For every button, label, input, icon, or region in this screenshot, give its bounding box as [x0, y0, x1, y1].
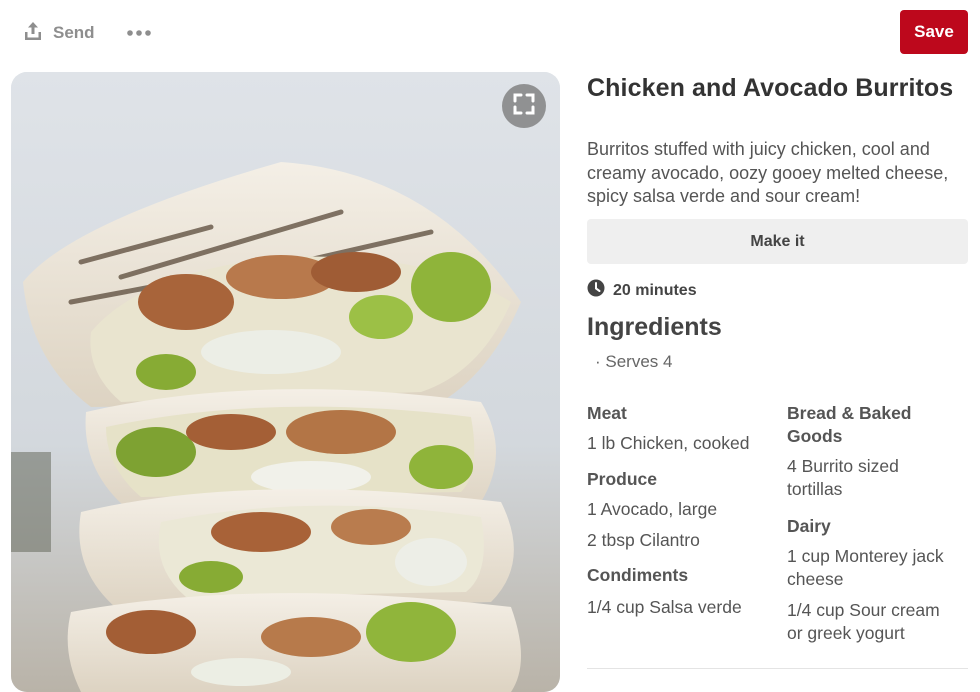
ingredient-item: 4 Burrito sized tortillas — [787, 455, 899, 501]
category-dairy: Dairy — [787, 516, 831, 536]
send-button[interactable]: Send — [22, 20, 95, 46]
ingredient-item: 2 tbsp Cilantro — [587, 530, 700, 550]
ingredient-item: 1/4 cup Salsa verde — [587, 597, 742, 617]
pin-toolbar: Send Save — [0, 0, 980, 64]
divider — [587, 668, 968, 669]
save-button[interactable]: Save — [900, 10, 968, 54]
pin-image[interactable] — [11, 72, 560, 692]
ingredient-item: 1/4 cup Sour cream or greek yogurt — [787, 599, 940, 645]
ellipsis-icon — [126, 24, 152, 42]
ingredient-line: 1 cup Monterey jack — [787, 546, 944, 566]
category-bread-baked-goods: Bread & Baked Goods — [787, 402, 912, 448]
ingredient-item: 1 Avocado, large — [587, 499, 718, 519]
share-upload-icon — [22, 20, 44, 47]
ingredient-item: 1 lb Chicken, cooked — [587, 433, 750, 453]
ingredient-line: 4 Burrito sized — [787, 456, 899, 476]
ingredients-heading: Ingredients — [587, 313, 722, 341]
ingredient-line: cheese — [787, 569, 844, 589]
category-condiments: Condiments — [587, 565, 689, 585]
category-produce: Produce — [587, 469, 658, 489]
expand-frame-icon — [512, 92, 536, 121]
make-it-button[interactable]: Make it — [587, 219, 968, 264]
send-label: Send — [53, 23, 95, 42]
zoom-button[interactable] — [502, 84, 546, 128]
pin-description: Burritos stuffed with juicy chicken, coo… — [587, 139, 949, 206]
ingredient-line: or greek yogurt — [787, 623, 905, 643]
ingredient-line: tortillas — [787, 479, 843, 499]
category-meat: Meat — [587, 403, 627, 423]
cook-time: 20 minutes — [587, 279, 697, 302]
servings: · Serves 4 — [595, 352, 673, 371]
clock-icon — [587, 279, 605, 302]
more-options-button[interactable] — [124, 20, 154, 46]
burrito-photo — [11, 72, 560, 692]
ingredient-line: 1/4 cup Sour cream — [787, 600, 940, 620]
ingredient-item: 1 cup Monterey jack cheese — [787, 545, 944, 591]
category-name-line: Goods — [787, 426, 843, 446]
pin-title: Chicken and Avocado Burritos — [587, 74, 954, 102]
category-name-line: Bread & Baked — [787, 403, 912, 423]
cook-time-label: 20 minutes — [613, 281, 697, 299]
